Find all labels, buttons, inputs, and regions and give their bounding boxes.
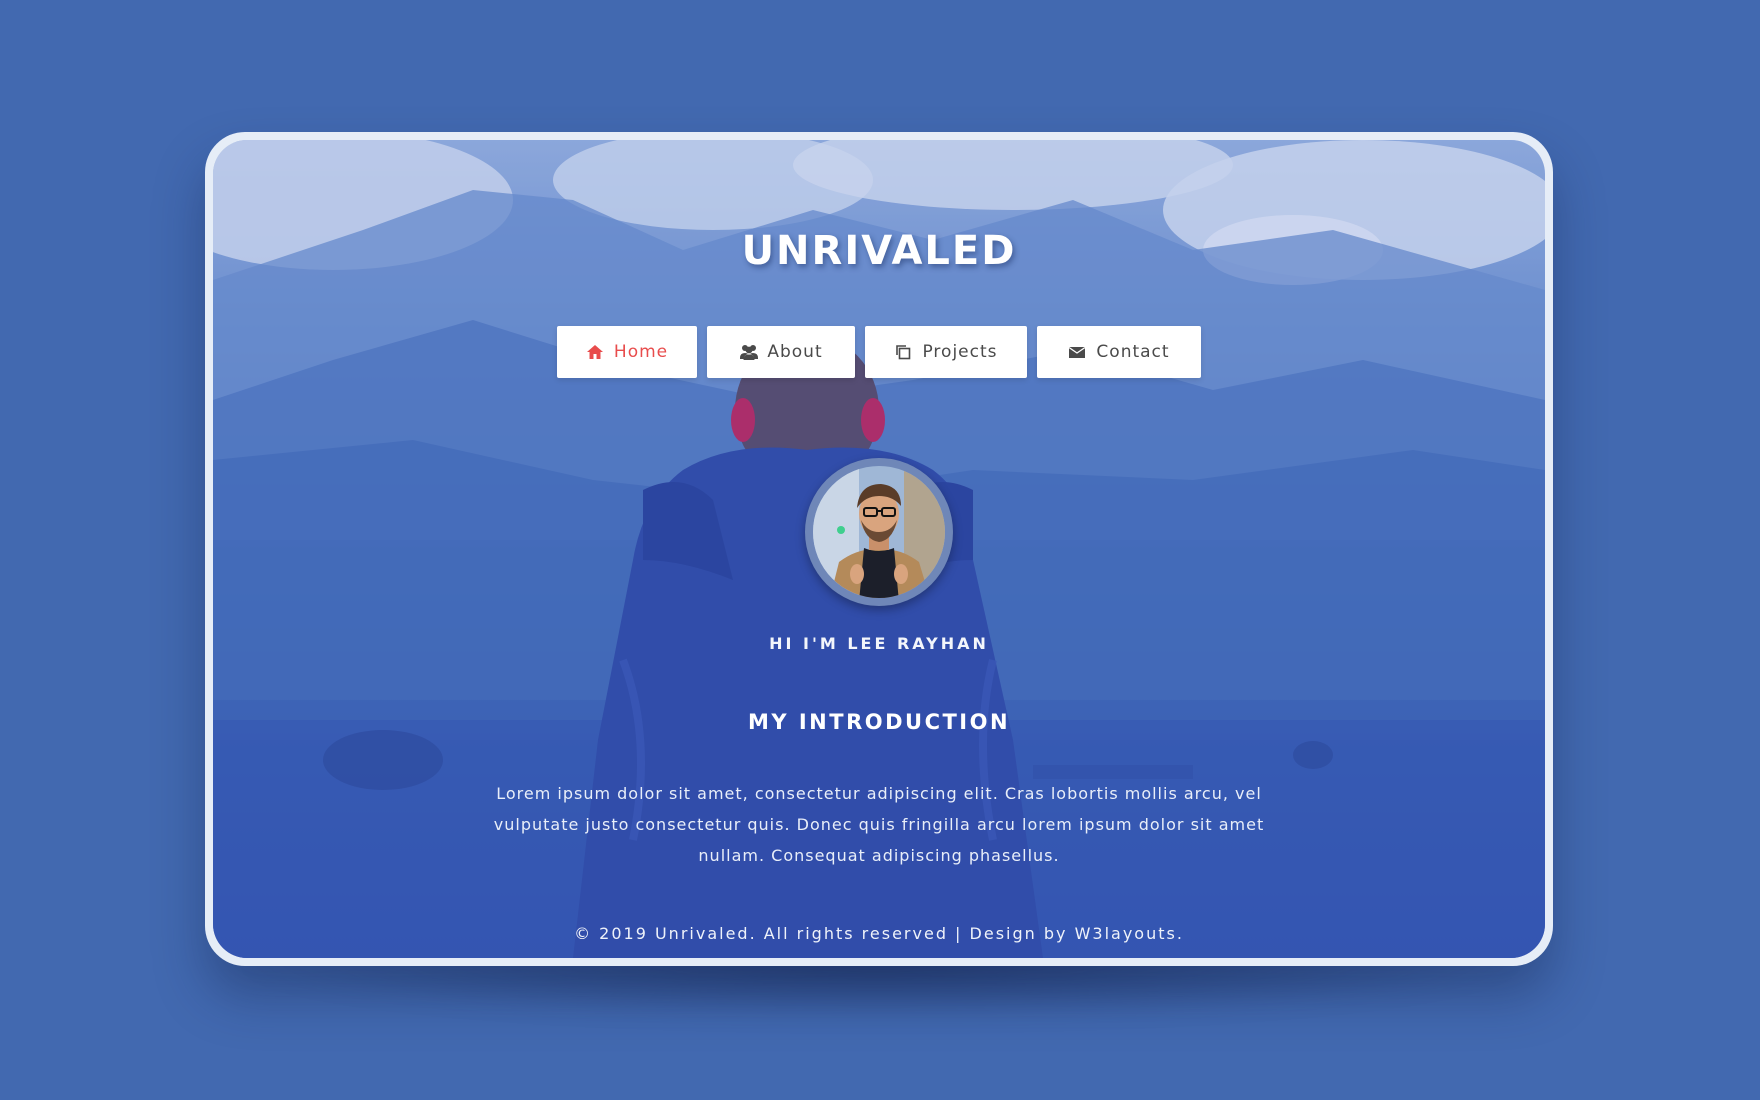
hero-content: UNRIVALED Home About Projects Contact HI…: [213, 140, 1545, 958]
nav-contact-label: Contact: [1096, 342, 1170, 362]
page: UNRIVALED Home About Projects Contact HI…: [0, 0, 1760, 1100]
browser-frame: UNRIVALED Home About Projects Contact HI…: [205, 132, 1553, 966]
site-title[interactable]: UNRIVALED: [213, 228, 1545, 274]
nav-about-button[interactable]: About: [707, 326, 855, 378]
nav-contact-button[interactable]: Contact: [1037, 326, 1201, 378]
intro-heading: MY INTRODUCTION: [747, 710, 1011, 734]
nav-home-button[interactable]: Home: [557, 326, 697, 378]
avatar-photo: [813, 466, 945, 598]
footer-copyright: © 2019 Unrivaled. All rights reserved | …: [574, 924, 1184, 943]
profile-avatar: [805, 458, 953, 606]
nav-home-label: Home: [613, 342, 669, 362]
copy-icon: [894, 343, 912, 361]
nav-projects-label: Projects: [922, 342, 998, 362]
envelope-icon: [1068, 343, 1086, 361]
nav-about-label: About: [767, 342, 823, 362]
nav-projects-button[interactable]: Projects: [865, 326, 1027, 378]
users-icon: [739, 343, 759, 361]
home-icon: [586, 343, 604, 361]
intro-paragraph: Lorem ipsum dolor sit amet, consectetur …: [493, 784, 1265, 865]
main-nav: Home About Projects Contact: [213, 326, 1545, 378]
profile-greeting: HI I'M LEE RAYHAN: [769, 634, 989, 653]
hero-section: UNRIVALED Home About Projects Contact HI…: [213, 140, 1545, 958]
